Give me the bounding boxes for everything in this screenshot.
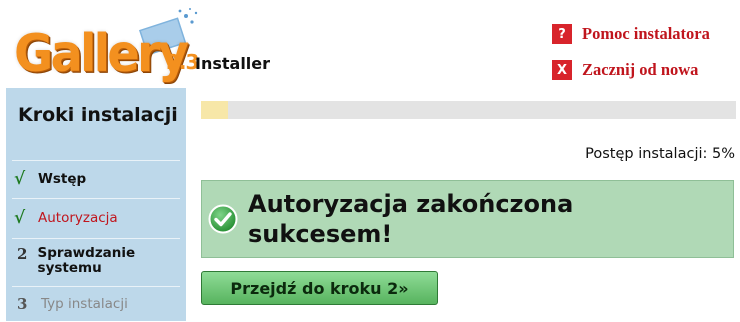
success-message: Autoryzacja zakończona sukcesem!: [248, 190, 574, 248]
close-icon: X: [552, 60, 572, 80]
step-label: Autoryzacja: [38, 209, 118, 226]
restart-link-label: Zacznij od nowa: [582, 60, 699, 79]
version-number: 2.3: [166, 50, 199, 74]
help-link-label: Pomoc instalatora: [582, 24, 710, 43]
logo-wordmark: Gallery: [14, 24, 189, 84]
success-message-box: Autoryzacja zakończona sukcesem!: [201, 180, 734, 258]
restart-link[interactable]: X Zacznij od nowa: [552, 60, 698, 80]
checkmark-icon: √: [14, 169, 26, 189]
help-link[interactable]: ? Pomoc instalatora: [552, 24, 710, 44]
next-step-button[interactable]: Przejdź do kroku 2»: [201, 271, 438, 305]
help-icon: ?: [552, 24, 572, 44]
progress-label: Postęp instalacji: 5%: [585, 146, 735, 162]
page-title: Installer: [195, 54, 271, 73]
steps-sidebar: Kroki instalacji √ Wstęp √ Autoryzacja 2…: [6, 88, 186, 321]
step-label: Sprawdzanie systemu: [37, 245, 136, 276]
progress-bar-fill: [201, 101, 228, 119]
sidebar-title: Kroki instalacji: [18, 104, 178, 126]
step-number: 3: [17, 295, 28, 313]
step-label: Wstęp: [38, 170, 87, 187]
step-number: 2: [17, 245, 28, 263]
step-item-install-type: 3 Typ instalacji: [12, 286, 180, 322]
success-check-icon: [208, 204, 238, 234]
gallery-logo: Gallery: [14, 6, 198, 86]
step-item-welcome[interactable]: √ Wstęp: [12, 160, 180, 197]
checkmark-icon: √: [14, 208, 26, 228]
install-progress-bar: [201, 101, 736, 119]
step-item-system-check: 2 Sprawdzanie systemu: [12, 238, 180, 284]
step-item-authorization[interactable]: √ Autoryzacja: [12, 198, 180, 237]
step-label: Typ instalacji: [41, 296, 128, 312]
